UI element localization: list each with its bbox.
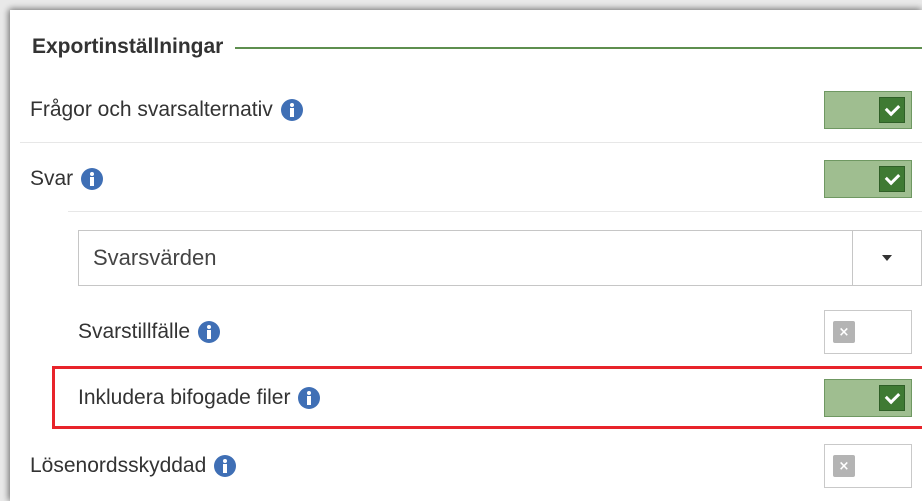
- close-icon: ×: [833, 455, 855, 477]
- toggle-answers[interactable]: [824, 160, 912, 198]
- select-toggle[interactable]: [852, 231, 921, 285]
- info-icon[interactable]: [280, 99, 303, 121]
- setting-label-answers: Svar: [30, 147, 104, 211]
- setting-label-text: Frågor och svarsalternativ: [30, 98, 273, 121]
- highlight-frame: [52, 366, 922, 429]
- setting-label-password-protected: Lösenordsskyddad: [30, 434, 237, 498]
- toggle-knob: [879, 97, 905, 123]
- setting-label-text: Svar: [30, 167, 74, 190]
- info-icon[interactable]: [81, 168, 104, 190]
- info-icon[interactable]: [214, 455, 237, 477]
- toggle-password-protected[interactable]: ×: [824, 444, 912, 488]
- setting-row-questions: Frågor och svarsalternativ: [10, 78, 922, 143]
- toggle-knob: [879, 166, 905, 192]
- toggle-questions[interactable]: [824, 91, 912, 129]
- row-divider: [20, 142, 922, 143]
- caret-down-icon: [882, 255, 892, 261]
- section-header: Exportinställningar: [32, 32, 922, 62]
- answer-values-select[interactable]: Svarsvärden: [78, 230, 922, 286]
- setting-label-text: Lösenordsskyddad: [30, 454, 207, 477]
- row-divider: [68, 211, 922, 212]
- close-icon: ×: [833, 321, 855, 343]
- select-value: Svarsvärden: [93, 245, 217, 270]
- info-icon[interactable]: [198, 321, 221, 343]
- check-icon: [884, 100, 900, 117]
- setting-label-text: Svarstillfälle: [78, 320, 191, 343]
- setting-label-response-occasion: Svarstillfälle: [78, 300, 221, 364]
- setting-row-password-protected: Lösenordsskyddad ×: [10, 434, 922, 498]
- setting-row-response-occasion: Svarstillfälle ×: [10, 300, 922, 364]
- section-header-line: [235, 47, 922, 49]
- toggle-response-occasion[interactable]: ×: [824, 310, 912, 354]
- check-icon: [884, 169, 900, 186]
- setting-label-questions: Frågor och svarsalternativ: [30, 78, 303, 142]
- setting-row-answers: Svar: [10, 147, 922, 212]
- export-settings-panel: Exportinställningar Frågor och svarsalte…: [10, 10, 922, 501]
- section-title: Exportinställningar: [32, 35, 224, 58]
